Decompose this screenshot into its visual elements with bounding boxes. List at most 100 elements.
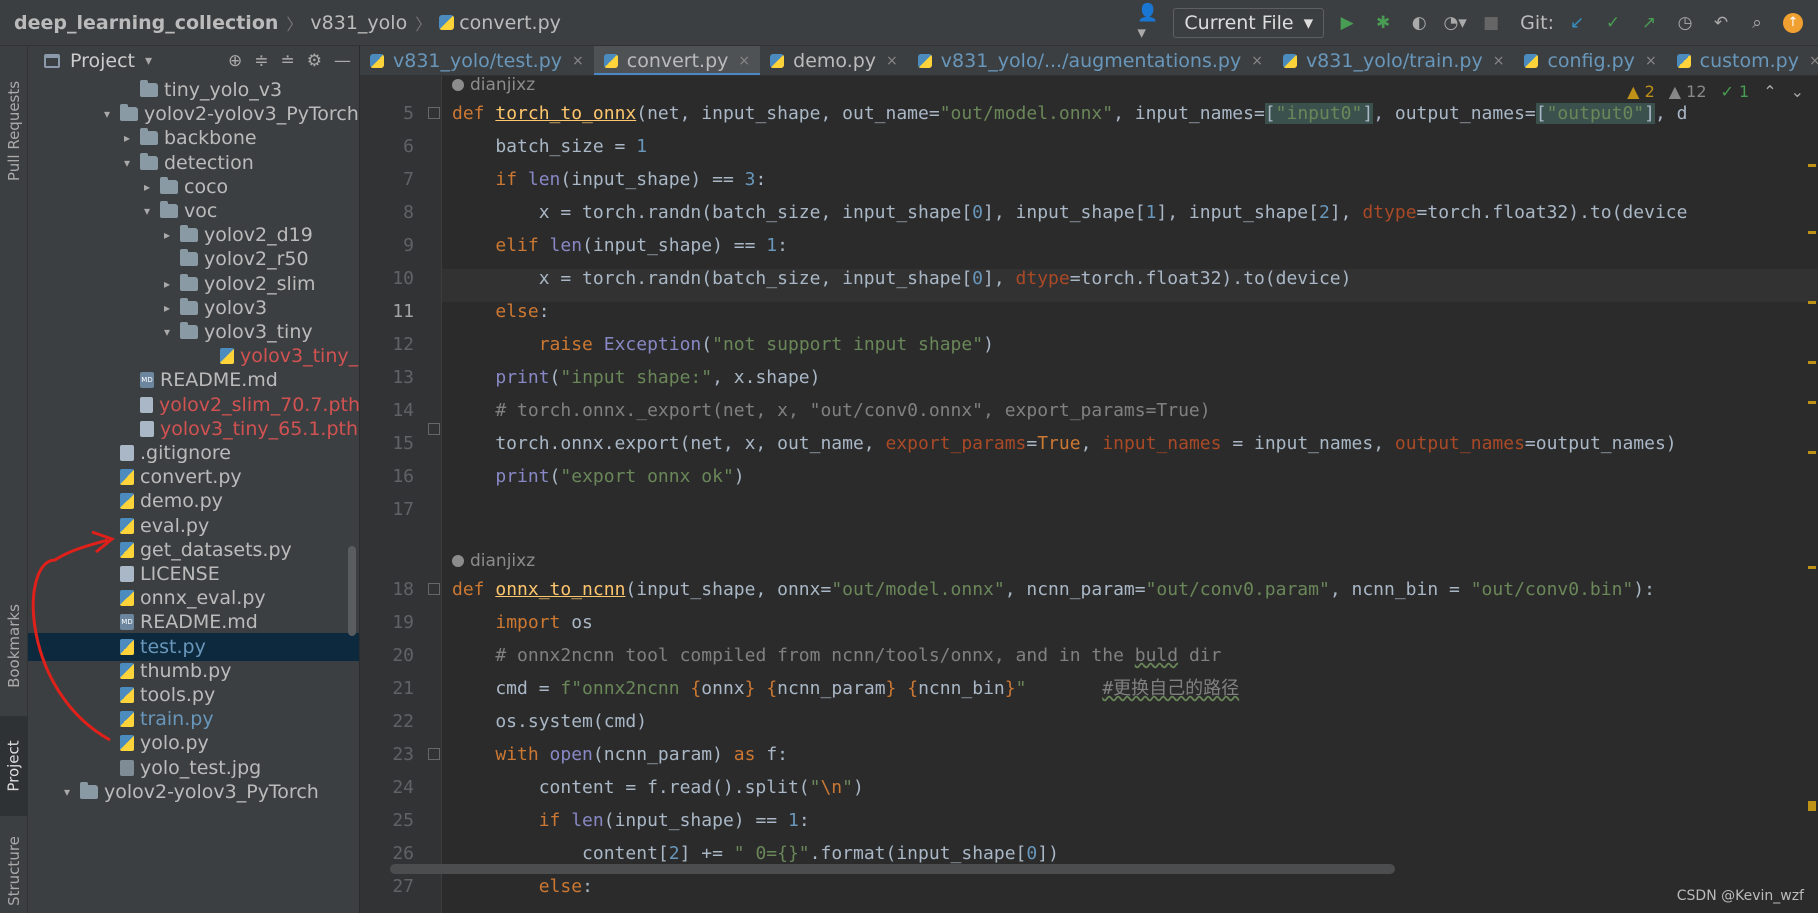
stop-icon[interactable]: ■	[1478, 10, 1504, 36]
author-name: dianjixz	[470, 551, 536, 571]
line-number[interactable]: 18	[360, 573, 414, 606]
line-number[interactable]: 9	[360, 229, 414, 262]
close-icon[interactable]: ×	[572, 53, 584, 69]
horizontal-scrollbar[interactable]	[390, 864, 1395, 874]
line-number[interactable]: 10	[360, 262, 414, 295]
chevron-down-icon[interactable]: ▾	[160, 325, 174, 339]
line-number[interactable]: 13	[360, 361, 414, 394]
line-number[interactable]: 27	[360, 870, 414, 903]
git-update-icon[interactable]: ↙	[1564, 10, 1590, 36]
stripe-marker[interactable]	[1808, 801, 1816, 811]
chevron-right-icon[interactable]: ▸	[160, 301, 174, 315]
breadcrumb-folder[interactable]: v831_yolo	[310, 12, 407, 34]
editor-tab[interactable]: custom.py ×	[1667, 46, 1818, 75]
user-icon[interactable]: 👤▾	[1137, 3, 1163, 43]
history-icon[interactable]: ◷	[1672, 10, 1698, 36]
chevron-down-icon[interactable]: ▾	[60, 785, 74, 799]
fold-marker-icon[interactable]	[428, 748, 440, 760]
line-number[interactable]: 25	[360, 804, 414, 837]
stripe-marker[interactable]	[1808, 164, 1816, 167]
bookmarks-tab[interactable]: Bookmarks	[0, 586, 28, 706]
line-number[interactable]: 5	[360, 97, 414, 130]
author-hint[interactable]: dianjixz	[452, 551, 536, 571]
structure-tab[interactable]: Structure	[0, 821, 28, 913]
code-editor[interactable]: 5 6 7 8 9 10 11 12 13 14 15 16 17 18 19 20 21 22 23 24 25 26 2…	[360, 76, 1818, 913]
expand-all-icon[interactable]: ≑	[254, 51, 268, 71]
run-icon[interactable]: ▶	[1334, 10, 1360, 36]
project-tab[interactable]: Project	[0, 716, 28, 816]
editor-tab[interactable]: convert.py ×	[593, 46, 761, 75]
author-hint[interactable]: dianjixz	[452, 76, 535, 95]
chevron-right-icon[interactable]: ▸	[160, 277, 174, 291]
fold-marker-icon[interactable]	[428, 583, 440, 595]
fold-marker-icon[interactable]	[428, 107, 440, 119]
run-configuration-select[interactable]: Current File ▾	[1173, 8, 1325, 38]
tree-item-label: .gitignore	[140, 442, 231, 464]
rollback-icon[interactable]: ↶	[1708, 10, 1734, 36]
search-icon[interactable]: ⌕	[1744, 10, 1770, 36]
line-number[interactable]: 20	[360, 639, 414, 672]
close-icon[interactable]: ×	[1493, 53, 1505, 69]
line-number[interactable]: 11	[360, 295, 414, 328]
line-number[interactable]: 17	[360, 493, 414, 526]
collapse-all-icon[interactable]: ≐	[281, 51, 295, 71]
line-number[interactable]: 7	[360, 163, 414, 196]
chevron-down-icon[interactable]: ▾	[145, 53, 152, 69]
md-file-icon: MD	[120, 614, 134, 631]
py-file-icon	[120, 493, 134, 510]
editor-tab[interactable]: v831_yolo/train.py ×	[1273, 46, 1515, 75]
chevron-down-icon[interactable]: ▾	[120, 156, 134, 170]
editor-tab[interactable]: v831_yolo/.../augmentations.py ×	[908, 46, 1273, 75]
close-icon[interactable]: ×	[738, 53, 750, 69]
close-icon[interactable]: ×	[1251, 53, 1263, 69]
chevron-down-icon[interactable]: ⌄	[1791, 82, 1804, 101]
line-number[interactable]: 14	[360, 394, 414, 427]
line-number[interactable]: 8	[360, 196, 414, 229]
hide-icon[interactable]: —	[334, 51, 351, 71]
update-icon[interactable]: ↑	[1780, 10, 1806, 36]
close-icon[interactable]: ×	[1645, 53, 1657, 69]
line-number[interactable]: 19	[360, 606, 414, 639]
error-stripe[interactable]	[1806, 106, 1818, 886]
close-icon[interactable]: ×	[886, 53, 898, 69]
gear-icon[interactable]: ⚙	[307, 51, 322, 71]
editor-tab[interactable]: config.py ×	[1514, 46, 1666, 75]
editor-tab-label: v831_yolo/test.py	[393, 49, 563, 72]
chevron-up-icon[interactable]: ⌃	[1763, 82, 1776, 101]
line-number[interactable]: 15	[360, 427, 414, 460]
breadcrumb-file[interactable]: convert.py	[439, 12, 561, 34]
line-number[interactable]: 22	[360, 705, 414, 738]
stripe-marker[interactable]	[1808, 301, 1816, 304]
stripe-marker[interactable]	[1808, 566, 1816, 569]
editor-tab[interactable]: demo.py ×	[760, 46, 908, 75]
project-panel-title[interactable]: Project	[70, 50, 135, 72]
breadcrumb-project[interactable]: deep_learning_collection	[14, 12, 278, 34]
close-icon[interactable]: ×	[1809, 53, 1818, 69]
editor-tab[interactable]: v831_yolo/test.py ×	[360, 46, 594, 75]
git-commit-icon[interactable]: ✓	[1600, 10, 1626, 36]
tree-scrollbar[interactable]	[348, 546, 356, 636]
coverage-icon[interactable]: ◐	[1406, 10, 1432, 36]
stripe-marker[interactable]	[1808, 361, 1816, 364]
stripe-marker[interactable]	[1808, 231, 1816, 234]
fold-marker-icon[interactable]	[428, 423, 440, 435]
chevron-down-icon[interactable]: ▾	[140, 204, 154, 218]
stripe-marker[interactable]	[1808, 451, 1816, 454]
chevron-down-icon[interactable]: ▾	[100, 107, 114, 121]
git-push-icon[interactable]: ↗	[1636, 10, 1662, 36]
stripe-marker[interactable]	[1808, 401, 1816, 404]
chevron-right-icon[interactable]: ▸	[160, 228, 174, 242]
line-number[interactable]: 24	[360, 771, 414, 804]
line-number[interactable]: 16	[360, 460, 414, 493]
line-number[interactable]: 6	[360, 130, 414, 163]
locate-icon[interactable]: ⊕	[228, 51, 242, 71]
line-number[interactable]: 23	[360, 738, 414, 771]
chevron-right-icon[interactable]: ▸	[120, 131, 134, 145]
profile-icon[interactable]: ◔▾	[1442, 10, 1468, 36]
line-number[interactable]: 21	[360, 672, 414, 705]
line-number[interactable]: 12	[360, 328, 414, 361]
tree-item[interactable]: ▾ yolov2-yolov3_PyTorch	[28, 778, 359, 806]
debug-icon[interactable]: ✱	[1370, 10, 1396, 36]
chevron-right-icon[interactable]: ▸	[140, 180, 154, 194]
pull-requests-tab[interactable]: Pull Requests	[0, 56, 28, 206]
